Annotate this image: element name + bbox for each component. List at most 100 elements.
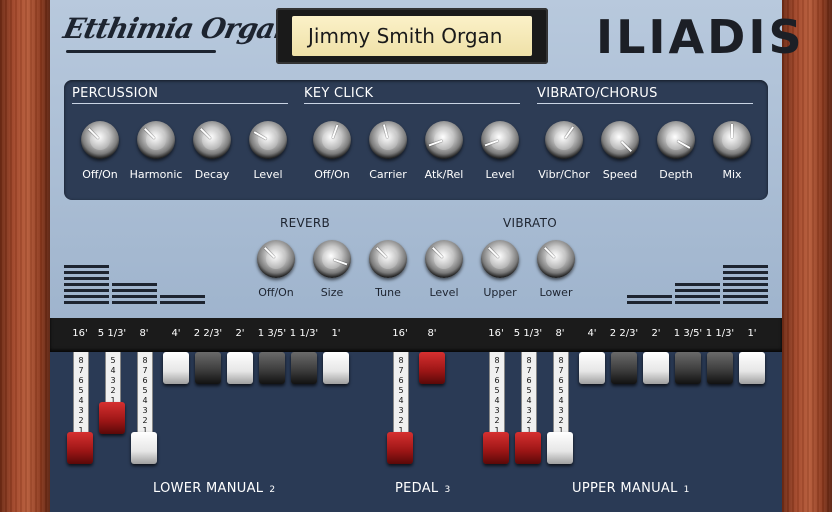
meter-bar [64,301,109,304]
section-divider [304,103,520,104]
upper-drawbar-9[interactable] [739,352,765,384]
upper-drawbar-7[interactable] [675,352,701,384]
reverb-on-off-knob[interactable] [257,240,295,278]
upper-drawbar-scale: 8 7 6 5 4 3 2 1 [521,352,537,435]
meter-bar [723,295,768,298]
percussion-on-off-knob[interactable] [81,121,119,159]
meter-bar [112,295,157,298]
upper-drawbar-8[interactable] [707,352,733,384]
preset-display[interactable]: Jimmy Smith Organ [292,16,532,56]
percussion-decay-knob[interactable] [193,121,231,159]
footage-label: 16' [488,328,504,339]
meter-bar [675,295,720,298]
meter-bar [64,277,109,280]
percussion-harmonic-knob[interactable] [137,121,175,159]
upper-drawbar-scale: 8 7 6 5 4 3 2 1 [553,352,569,435]
brand-script-logo: Etthimia Organ [60,12,298,45]
manufacturer-logo: ILIADIS [596,10,805,64]
pedal-label: PEDAL 3 [395,481,451,496]
reverb-level-knob[interactable] [425,240,463,278]
wood-side-panel-right [782,0,832,512]
drawbar-scale-numbers: 8 7 6 5 4 3 2 1 [142,356,148,435]
vibrato-mix-knob[interactable] [713,121,751,159]
knob-label: Lower [539,286,573,299]
lower-drawbar-scale: 5 4 3 2 1 [105,352,121,405]
reverb-size-knob[interactable] [313,240,351,278]
pedal-drawbar-1[interactable] [387,432,413,464]
upper-manual-title: UPPER MANUAL [572,481,678,496]
meter-bar [160,295,205,298]
key-click-on-off-knob[interactable] [313,121,351,159]
lower-drawbar-9[interactable] [323,352,349,384]
footage-label: 16' [392,328,408,339]
lower-drawbar-5[interactable] [195,352,221,384]
meter-bar [723,277,768,280]
key-click-level-knob[interactable] [481,121,519,159]
drawbar-scale-numbers: 8 7 6 5 4 3 2 1 [494,356,500,435]
footage-label: 1 3/5' [257,328,287,339]
lower-manual-label: LOWER MANUAL 2 [153,481,275,496]
meter-bar [64,271,109,274]
lower-drawbar-3[interactable] [131,432,157,464]
footage-label: 1 1/3' [705,328,735,339]
meter-bar [675,283,720,286]
upper-manual-label: UPPER MANUAL 1 [572,481,690,496]
lower-drawbar-1[interactable] [67,432,93,464]
lower-drawbar-2[interactable] [99,402,125,434]
section-title-key-click: KEY CLICK [304,86,374,101]
section-title-percussion: PERCUSSION [72,86,159,101]
footage-label: 4' [171,328,181,339]
meter-bar [112,301,157,304]
lower-drawbar-8[interactable] [291,352,317,384]
drawbar-scale-numbers: 8 7 6 5 4 3 2 1 [398,356,404,435]
footage-label: 1' [747,328,757,339]
vibrato-lower-knob[interactable] [537,240,575,278]
lower-manual-title: LOWER MANUAL [153,481,264,496]
footage-label: 8' [427,328,437,339]
footage-label: 8' [555,328,565,339]
footage-label: 16' [72,328,88,339]
meter-bar [160,301,205,304]
meter-bar [64,295,109,298]
upper-drawbar-5[interactable] [611,352,637,384]
lower-drawbar-4[interactable] [163,352,189,384]
knob-label: Level [253,168,283,181]
reverb-tune-knob[interactable] [369,240,407,278]
vibrato-upper-knob[interactable] [481,240,519,278]
upper-drawbar-6[interactable] [643,352,669,384]
vibrato-chorus-mode-knob[interactable] [545,121,583,159]
footage-label: 2' [235,328,245,339]
lower-drawbar-6[interactable] [227,352,253,384]
upper-drawbar-2[interactable] [515,432,541,464]
meter-bar [723,289,768,292]
key-click-atk-rel-knob[interactable] [425,121,463,159]
upper-drawbar-3[interactable] [547,432,573,464]
footage-label: 1 1/3' [289,328,319,339]
section-title-vibrato: VIBRATO [503,216,557,230]
meter-bar [723,301,768,304]
footage-label: 1' [331,328,341,339]
footage-label: 4' [587,328,597,339]
percussion-level-knob[interactable] [249,121,287,159]
lower-drawbar-scale: 8 7 6 5 4 3 2 1 [137,352,153,435]
meter-bar [627,301,672,304]
vibrato-depth-knob[interactable] [657,121,695,159]
footage-label: 1 3/5' [673,328,703,339]
pedal-drawbar-2[interactable] [419,352,445,384]
lower-drawbar-7[interactable] [259,352,285,384]
pedal-number: 3 [444,485,451,495]
meter-bar [723,271,768,274]
drawbar-scale-numbers: 8 7 6 5 4 3 2 1 [558,356,564,435]
footage-label: 5 1/3' [513,328,543,339]
meter-bar [64,265,109,268]
upper-drawbar-1[interactable] [483,432,509,464]
upper-manual-number: 1 [683,485,690,495]
meter-bar [112,283,157,286]
section-divider [72,103,288,104]
upper-drawbar-4[interactable] [579,352,605,384]
footage-label: 8' [139,328,149,339]
footage-label: 5 1/3' [97,328,127,339]
key-click-carrier-knob[interactable] [369,121,407,159]
pedal-title: PEDAL [395,481,439,496]
vibrato-speed-knob[interactable] [601,121,639,159]
